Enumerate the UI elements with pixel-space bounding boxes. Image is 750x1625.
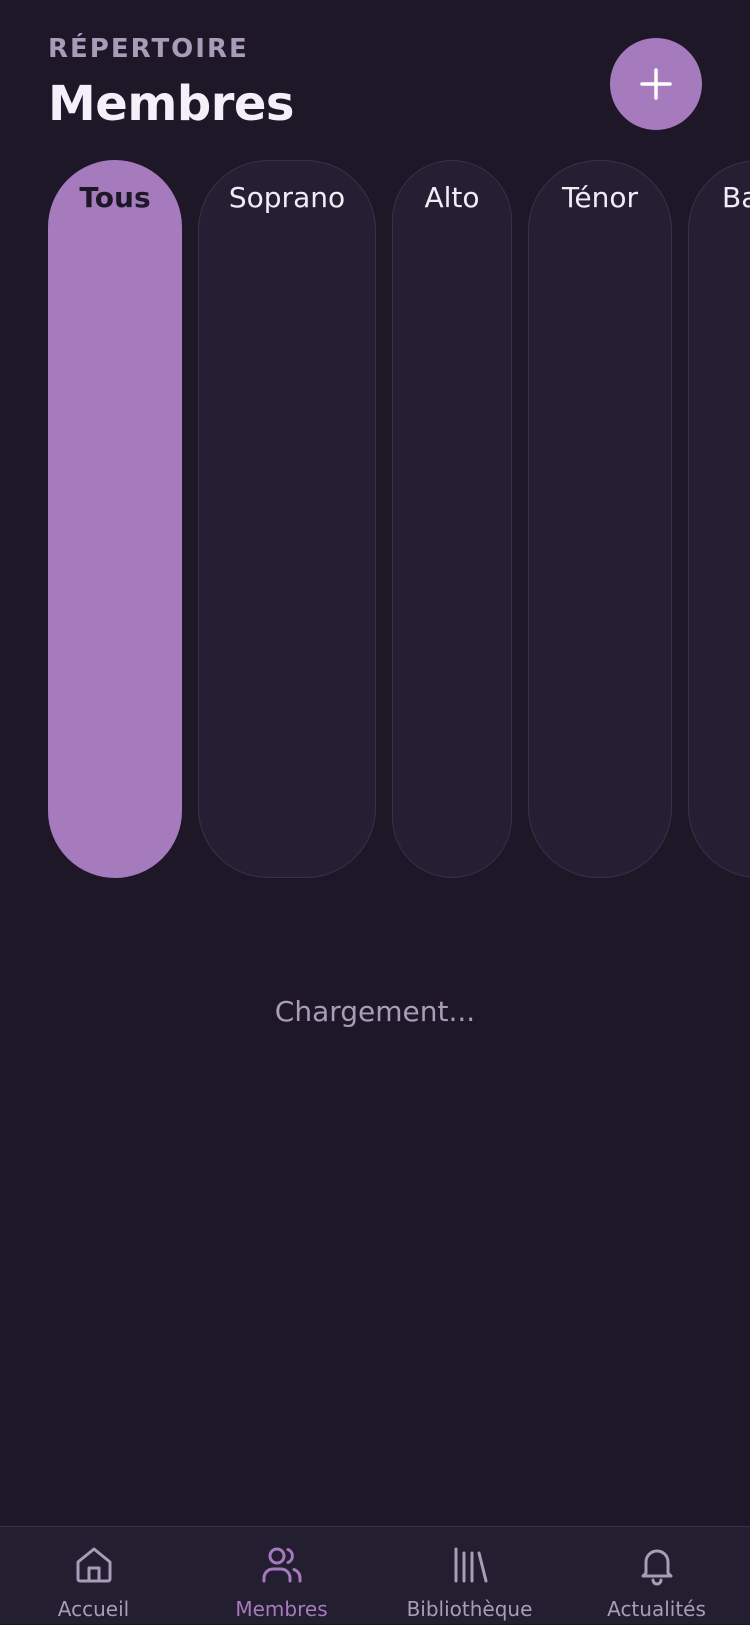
nav-item-membres[interactable]: Membres	[188, 1527, 375, 1625]
filter-tab-alto[interactable]: Alto	[392, 160, 512, 878]
loading-message: Chargement...	[274, 995, 476, 1028]
filter-tab-label: Ba	[722, 181, 750, 214]
nav-item-bibliotheque[interactable]: Bibliothèque	[376, 1527, 563, 1625]
section-eyebrow: RÉPERTOIRE	[48, 34, 249, 64]
filter-tab-soprano[interactable]: Soprano	[198, 160, 376, 878]
plus-icon	[640, 68, 672, 100]
nav-label: Bibliothèque	[406, 1597, 533, 1621]
page-title: Membres	[48, 76, 295, 132]
home-icon	[76, 1547, 111, 1583]
library-icon	[454, 1547, 487, 1583]
bell-icon	[641, 1549, 672, 1586]
filter-tab-label: Alto	[424, 181, 480, 214]
filter-tab-label: Soprano	[228, 181, 346, 214]
filter-tab-label: Ténor	[562, 181, 638, 214]
add-member-button[interactable]	[610, 38, 702, 130]
nav-label: Accueil	[57, 1597, 130, 1621]
filter-tab-basse[interactable]: Ba	[688, 160, 750, 878]
filter-tab-label: Tous	[79, 181, 151, 214]
bottom-navigation: Accueil Membres Bibliothèque Actualités	[0, 1526, 750, 1624]
voice-filter-tabs: Tous Soprano Alto Ténor Ba	[0, 160, 750, 880]
nav-item-accueil[interactable]: Accueil	[0, 1527, 187, 1625]
nav-item-actualites[interactable]: Actualités	[563, 1527, 750, 1625]
filter-tab-tous[interactable]: Tous	[48, 160, 182, 878]
nav-label: Actualités	[607, 1597, 706, 1621]
filter-tab-tenor[interactable]: Ténor	[528, 160, 672, 878]
users-icon	[262, 1547, 302, 1583]
nav-label: Membres	[235, 1597, 328, 1621]
